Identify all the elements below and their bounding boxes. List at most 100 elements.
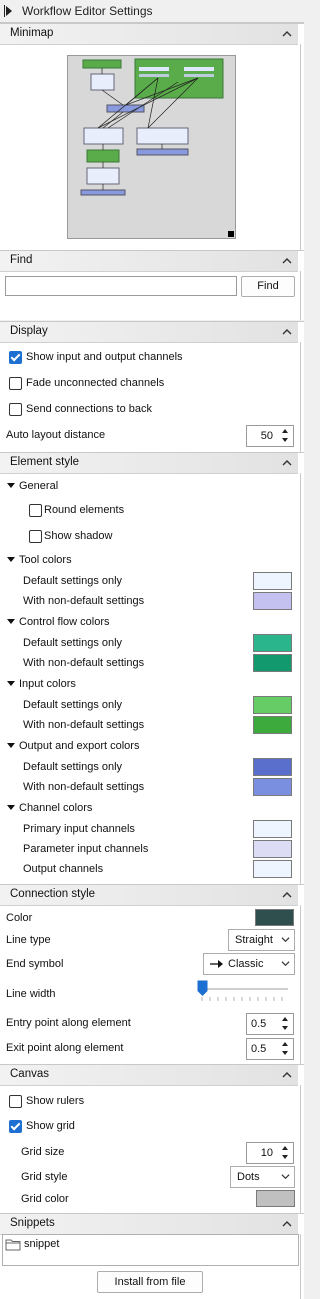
collapse-triangle-icon[interactable] bbox=[7, 743, 15, 748]
stepper-up-icon[interactable] bbox=[279, 1015, 291, 1023]
window-titlebar: Workflow Editor Settings bbox=[0, 0, 304, 23]
chevron-up-icon[interactable] bbox=[282, 1219, 292, 1229]
round-elements-checkbox[interactable] bbox=[29, 504, 42, 517]
fade-unconnected-checkbox[interactable] bbox=[9, 377, 22, 390]
output-nondefault-label: With non-default settings bbox=[23, 781, 145, 793]
general-group-label[interactable]: General bbox=[19, 480, 58, 492]
tool-default-swatch[interactable] bbox=[253, 572, 292, 590]
collapse-triangle-icon[interactable] bbox=[7, 681, 15, 686]
tool-colors-label[interactable]: Tool colors bbox=[19, 554, 72, 566]
grid-style-label: Grid style bbox=[21, 1171, 68, 1183]
end-symbol-label: End symbol bbox=[6, 958, 64, 970]
chevron-up-icon[interactable] bbox=[282, 256, 292, 266]
parameter-channels-label: Parameter input channels bbox=[23, 843, 149, 855]
input-default-swatch[interactable] bbox=[253, 696, 292, 714]
collapse-triangle-icon[interactable] bbox=[7, 483, 15, 488]
display-section: Display Show input and output channels F… bbox=[0, 321, 304, 452]
arrow-right-icon bbox=[210, 960, 223, 968]
send-back-checkbox[interactable] bbox=[9, 403, 22, 416]
grid-size-label: Grid size bbox=[21, 1146, 65, 1158]
find-header[interactable]: Find bbox=[0, 251, 298, 272]
stepper-down-icon[interactable] bbox=[279, 1049, 291, 1057]
snippets-list[interactable]: snippet bbox=[2, 1234, 299, 1266]
find-input[interactable] bbox=[5, 276, 237, 296]
line-type-label: Line type bbox=[6, 934, 51, 946]
list-item[interactable]: snippet bbox=[3, 1237, 123, 1253]
parameter-channels-swatch[interactable] bbox=[253, 840, 292, 858]
primary-channels-label: Primary input channels bbox=[23, 823, 135, 835]
end-symbol-value: Classic bbox=[228, 958, 264, 970]
collapse-triangle-icon[interactable] bbox=[7, 805, 15, 810]
line-width-slider-thumb[interactable] bbox=[197, 980, 208, 997]
grid-style-dropdown[interactable]: Dots bbox=[230, 1166, 295, 1188]
show-channels-checkbox[interactable] bbox=[9, 351, 22, 364]
chevron-up-icon[interactable] bbox=[282, 29, 292, 39]
collapse-triangle-icon[interactable] bbox=[7, 619, 15, 624]
slider-ticks bbox=[201, 997, 283, 1001]
show-rulers-checkbox[interactable] bbox=[9, 1095, 22, 1108]
stepper-up-icon[interactable] bbox=[279, 1144, 291, 1152]
snippets-section: Snippets snippet Install from file bbox=[0, 1213, 304, 1299]
output-channels-swatch[interactable] bbox=[253, 860, 292, 878]
input-colors-label[interactable]: Input colors bbox=[19, 678, 76, 690]
stepper-down-icon[interactable] bbox=[279, 436, 291, 444]
canvas-header[interactable]: Canvas bbox=[0, 1065, 298, 1086]
output-colors-label[interactable]: Output and export colors bbox=[19, 740, 139, 752]
stepper-up-icon[interactable] bbox=[279, 427, 291, 435]
find-button[interactable]: Find bbox=[241, 276, 295, 297]
primary-channels-swatch[interactable] bbox=[253, 820, 292, 838]
fade-unconnected-label: Fade unconnected channels bbox=[26, 377, 165, 389]
element-style-header[interactable]: Element style bbox=[0, 453, 298, 474]
entry-point-stepper[interactable]: 0.5 bbox=[246, 1013, 294, 1035]
chevron-up-icon[interactable] bbox=[282, 458, 292, 468]
auto-layout-value: 50 bbox=[260, 430, 273, 442]
show-shadow-checkbox[interactable] bbox=[29, 530, 42, 543]
connection-style-header[interactable]: Connection style bbox=[0, 885, 298, 906]
line-width-slider-track[interactable] bbox=[200, 988, 288, 990]
chevron-up-icon[interactable] bbox=[282, 1070, 292, 1080]
stepper-up-icon[interactable] bbox=[279, 1040, 291, 1048]
output-nondefault-swatch[interactable] bbox=[253, 778, 292, 796]
display-header-label: Display bbox=[10, 325, 48, 337]
window-title: Workflow Editor Settings bbox=[22, 4, 153, 18]
find-header-label: Find bbox=[10, 254, 33, 266]
grid-color-swatch[interactable] bbox=[256, 1190, 295, 1207]
expand-arrow-icon[interactable] bbox=[6, 6, 12, 16]
show-grid-checkbox[interactable] bbox=[9, 1120, 22, 1133]
control-flow-label[interactable]: Control flow colors bbox=[19, 616, 109, 628]
display-header[interactable]: Display bbox=[0, 322, 298, 343]
install-from-file-button[interactable]: Install from file bbox=[97, 1271, 203, 1293]
show-channels-label: Show input and output channels bbox=[26, 351, 183, 363]
input-nondefault-label: With non-default settings bbox=[23, 719, 145, 731]
snippets-header[interactable]: Snippets bbox=[0, 1214, 298, 1235]
exit-point-stepper[interactable]: 0.5 bbox=[246, 1038, 294, 1060]
tool-nondefault-swatch[interactable] bbox=[253, 592, 292, 610]
snippets-header-label: Snippets bbox=[10, 1217, 55, 1229]
minimap-canvas[interactable] bbox=[67, 55, 236, 239]
chevron-up-icon[interactable] bbox=[282, 890, 292, 900]
grid-size-stepper[interactable]: 10 bbox=[246, 1142, 294, 1164]
end-symbol-dropdown[interactable]: Classic bbox=[203, 953, 295, 975]
control-default-swatch[interactable] bbox=[253, 634, 292, 652]
stepper-down-icon[interactable] bbox=[279, 1024, 291, 1032]
line-type-dropdown[interactable]: Straight bbox=[228, 929, 295, 951]
output-channels-label: Output channels bbox=[23, 863, 104, 875]
connection-style-section: Connection style Color Line type Straigh… bbox=[0, 884, 304, 1064]
find-section: Find Find bbox=[0, 250, 304, 320]
minimap-header[interactable]: Minimap bbox=[0, 24, 298, 45]
chevron-up-icon[interactable] bbox=[282, 327, 292, 337]
stepper-down-icon[interactable] bbox=[279, 1153, 291, 1161]
auto-layout-stepper[interactable]: 50 bbox=[246, 425, 294, 447]
input-default-label: Default settings only bbox=[23, 699, 123, 711]
control-nondefault-swatch[interactable] bbox=[253, 654, 292, 672]
exit-point-label: Exit point along element bbox=[6, 1042, 124, 1054]
collapse-triangle-icon[interactable] bbox=[7, 557, 15, 562]
connection-color-swatch[interactable] bbox=[255, 909, 294, 926]
channel-colors-label[interactable]: Channel colors bbox=[19, 802, 92, 814]
grid-style-value: Dots bbox=[237, 1171, 260, 1183]
chevron-down-icon bbox=[281, 937, 290, 943]
minimap-resize-handle[interactable] bbox=[228, 231, 234, 237]
folder-icon bbox=[5, 1239, 21, 1251]
output-default-swatch[interactable] bbox=[253, 758, 292, 776]
input-nondefault-swatch[interactable] bbox=[253, 716, 292, 734]
